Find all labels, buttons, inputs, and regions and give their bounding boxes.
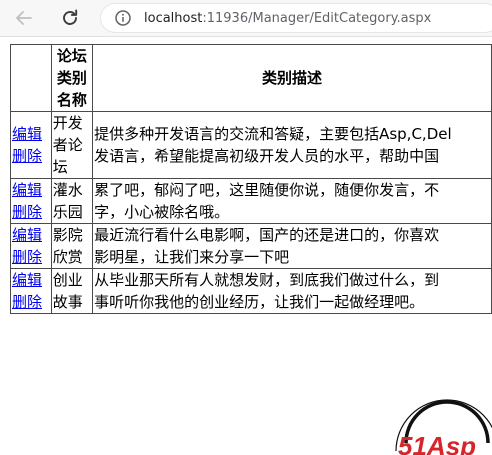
description-line: 事听听你我他的创业经历，让我们一起做经理吧。: [94, 293, 425, 311]
edit-link[interactable]: 编辑: [12, 181, 42, 199]
table-row: 编辑 删除 影院欣赏 最近流行看什么电影啊，国产的还是进口的，你喜欢 影明星，让我…: [10, 223, 492, 269]
category-description: 提供多种开发语言的交流和答疑，主要包括Asp,C,Del 发语言，希望能提高初级开…: [92, 111, 492, 179]
row-actions: 编辑 删除: [10, 223, 52, 269]
description-line: 最近流行看什么电影啊，国产的还是进口的，你喜欢: [94, 226, 440, 244]
delete-link[interactable]: 删除: [12, 293, 42, 311]
edit-link[interactable]: 编辑: [12, 271, 42, 289]
row-actions: 编辑 删除: [10, 111, 52, 179]
edit-link[interactable]: 编辑: [12, 226, 42, 244]
url-path: :11936/Manager/EditCategory.aspx: [202, 10, 432, 26]
category-name: 灌水乐园: [50, 178, 94, 224]
header-actions: [10, 44, 52, 112]
info-icon[interactable]: [114, 9, 132, 27]
category-name: 开发者论坛: [50, 111, 94, 179]
description-line: 累了吧，郁闷了吧，这里随便你说，随便你发言，不: [94, 181, 440, 199]
description-line: 字，小心被除名哦。: [94, 203, 230, 221]
address-bar[interactable]: localhost:11936/Manager/EditCategory.asp…: [100, 3, 492, 33]
category-description: 从毕业那天所有人就想发财，到底我们做过什么，到 事听听你我他的创业经历，让我们一起…: [92, 268, 492, 314]
reload-button[interactable]: [57, 6, 83, 30]
description-line: 发语言，希望能提高初级开发人员的水平，帮助中国: [94, 147, 440, 165]
page-content: 论坛类别名称 类别描述 编辑 删除 开发者论坛 提供多种开发语言的交流和答疑，主…: [0, 37, 492, 455]
description-line: 从毕业那天所有人就想发财，到底我们做过什么，到: [94, 271, 440, 289]
reload-icon: [63, 9, 78, 25]
arrow-left-icon: [16, 11, 32, 25]
category-name: 创业故事: [50, 268, 94, 314]
category-table: 论坛类别名称 类别描述 编辑 删除 开发者论坛 提供多种开发语言的交流和答疑，主…: [10, 44, 492, 314]
site-logo: 51Asp: [395, 399, 492, 455]
back-button[interactable]: [10, 6, 36, 30]
header-category-description: 类别描述: [92, 44, 492, 112]
row-actions: 编辑 删除: [10, 178, 52, 224]
delete-link[interactable]: 删除: [12, 248, 42, 266]
header-category-name: 论坛类别名称: [50, 44, 94, 112]
category-description: 最近流行看什么电影啊，国产的还是进口的，你喜欢 影明星，让我们来分享一下吧: [92, 223, 492, 269]
url-text: localhost:11936/Manager/EditCategory.asp…: [144, 11, 431, 26]
svg-text:51Asp: 51Asp: [398, 431, 476, 455]
description-line: 提供多种开发语言的交流和答疑，主要包括Asp,C,Del: [94, 125, 452, 143]
table-header-row: 论坛类别名称 类别描述: [10, 44, 492, 112]
table-row: 编辑 删除 开发者论坛 提供多种开发语言的交流和答疑，主要包括Asp,C,Del…: [10, 111, 492, 179]
table-row: 编辑 删除 创业故事 从毕业那天所有人就想发财，到底我们做过什么，到 事听听你我他…: [10, 268, 492, 314]
category-name: 影院欣赏: [50, 223, 94, 269]
edit-link[interactable]: 编辑: [12, 125, 42, 143]
row-actions: 编辑 删除: [10, 268, 52, 314]
delete-link[interactable]: 删除: [12, 147, 42, 165]
description-line: 影明星，让我们来分享一下吧: [94, 248, 290, 266]
table-row: 编辑 删除 灌水乐园 累了吧，郁闷了吧，这里随便你说，随便你发言，不 字，小心被除…: [10, 178, 492, 224]
category-description: 累了吧，郁闷了吧，这里随便你说，随便你发言，不 字，小心被除名哦。: [92, 178, 492, 224]
browser-toolbar: localhost:11936/Manager/EditCategory.asp…: [0, 0, 492, 37]
delete-link[interactable]: 删除: [12, 203, 42, 221]
url-host: localhost: [144, 10, 203, 26]
